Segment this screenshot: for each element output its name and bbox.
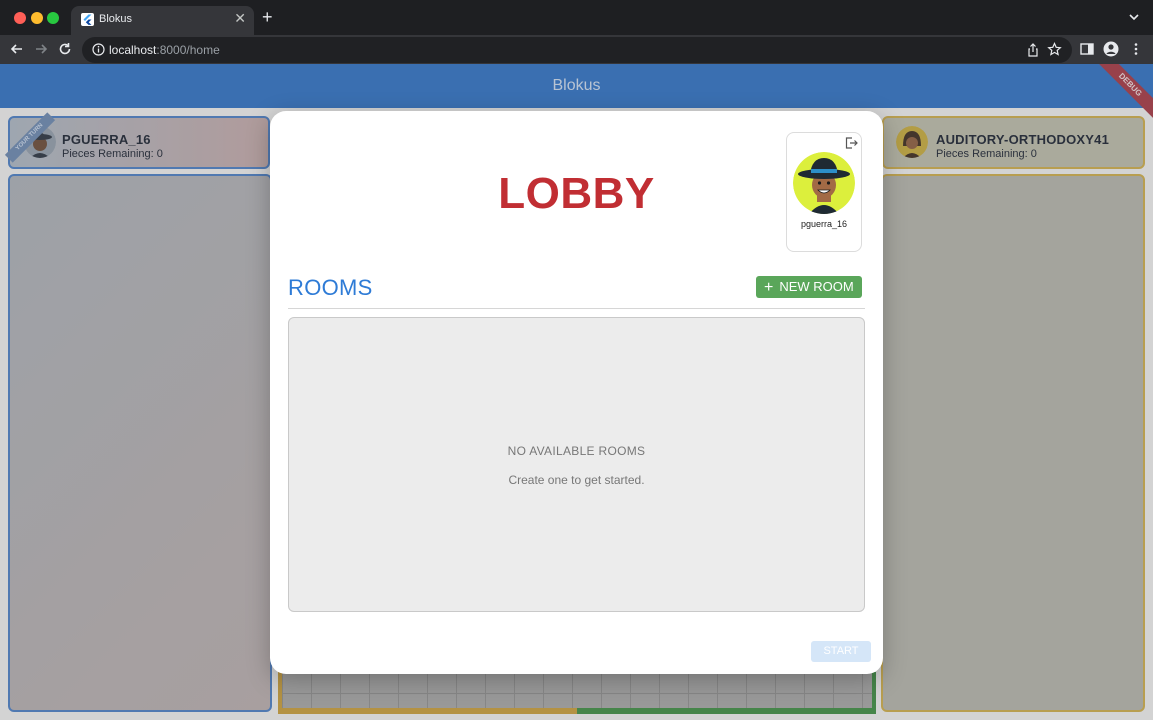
lobby-dialog: LOBBY pguerra_16 ROOMS + NEW ROOM NO AVAI…	[270, 111, 883, 674]
window-minimize-button[interactable]	[31, 12, 43, 24]
browser-tab[interactable]: Blokus ✕	[71, 6, 254, 35]
new-tab-icon[interactable]: +	[262, 7, 273, 27]
back-arrow-icon[interactable]	[9, 41, 25, 57]
browser-tab-bar: Blokus ✕ +	[0, 0, 1153, 35]
flutter-icon	[81, 13, 94, 26]
start-button[interactable]: START	[811, 641, 871, 662]
bookmark-star-icon[interactable]	[1047, 42, 1062, 57]
avatar	[793, 152, 855, 214]
info-icon[interactable]	[92, 43, 105, 56]
profile-icon[interactable]	[1103, 41, 1119, 57]
new-room-button[interactable]: + NEW ROOM	[756, 276, 862, 298]
more-menu-icon[interactable]	[1128, 41, 1144, 57]
profile-card: pguerra_16	[786, 132, 862, 252]
window-close-button[interactable]	[14, 12, 26, 24]
reload-icon[interactable]	[57, 41, 73, 57]
tab-title: Blokus	[99, 13, 133, 25]
forward-arrow-icon[interactable]	[33, 41, 49, 57]
empty-state-subtitle: Create one to get started.	[508, 473, 645, 487]
rooms-heading: ROOMS	[288, 275, 373, 300]
share-icon[interactable]	[1026, 43, 1040, 57]
browser-toolbar: localhost:8000/home	[0, 35, 1153, 64]
chevron-down-icon[interactable]	[1127, 10, 1141, 24]
plus-icon: +	[764, 279, 774, 296]
logout-icon[interactable]	[844, 136, 858, 150]
divider	[288, 308, 865, 309]
new-room-label: NEW ROOM	[779, 279, 854, 294]
url-path: :8000/home	[156, 43, 220, 57]
url-text: localhost:8000/home	[109, 43, 220, 57]
profile-username: pguerra_16	[800, 219, 848, 229]
side-panel-icon[interactable]	[1079, 41, 1095, 57]
rooms-list: NO AVAILABLE ROOMS Create one to get sta…	[288, 317, 865, 612]
close-tab-icon[interactable]: ✕	[234, 10, 246, 27]
empty-state-title: NO AVAILABLE ROOMS	[507, 444, 646, 458]
url-host: localhost	[109, 43, 157, 57]
window-maximize-button[interactable]	[47, 12, 59, 24]
address-bar[interactable]: localhost:8000/home	[82, 37, 1072, 63]
